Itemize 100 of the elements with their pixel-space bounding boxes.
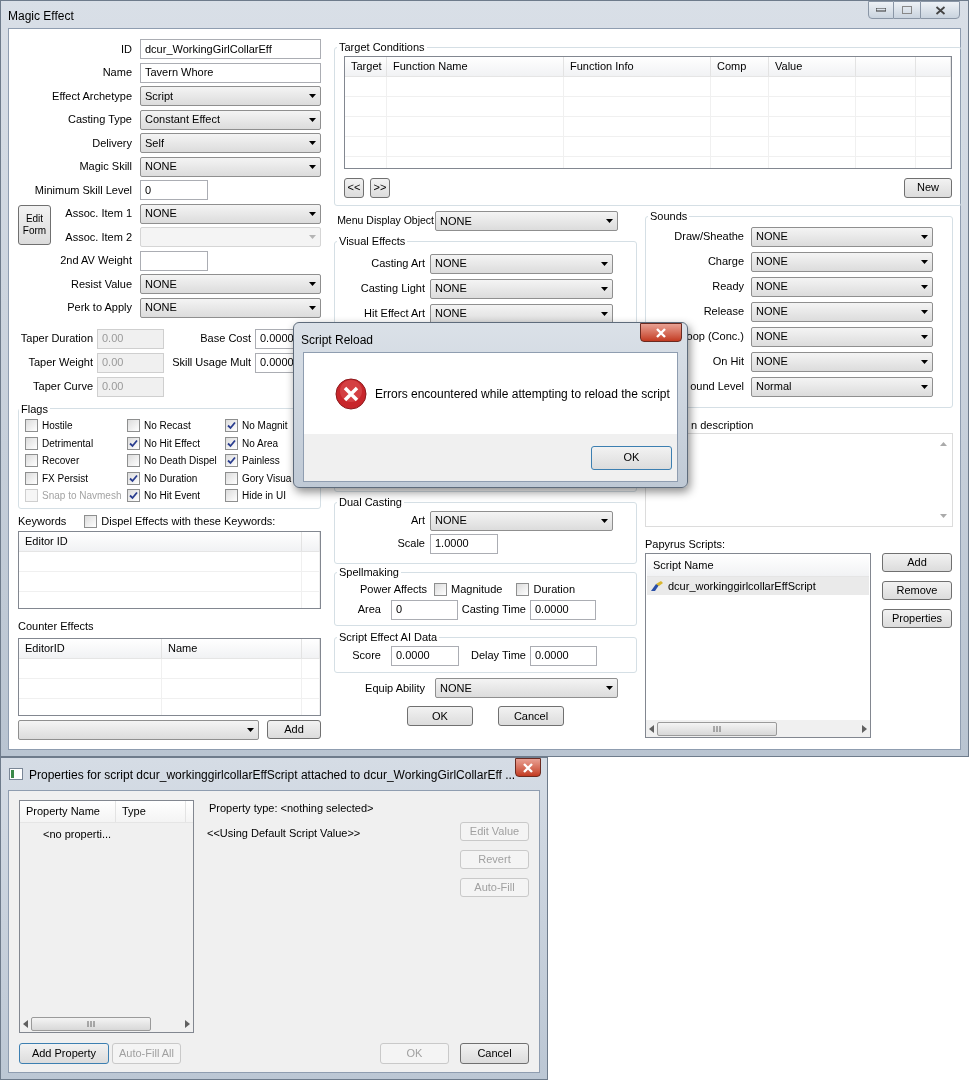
checkbox-label[interactable]: No Recast	[144, 418, 191, 433]
column-header[interactable]: Value	[769, 56, 856, 76]
checkbox-label[interactable]: FX Persist	[42, 470, 89, 486]
scroll-left-icon[interactable]	[649, 724, 654, 733]
horizontal-scrollbar[interactable]	[646, 720, 870, 737]
scroll-thumb[interactable]	[657, 721, 777, 736]
button[interactable]: Add	[267, 720, 321, 739]
text-field[interactable]: 0	[391, 599, 458, 620]
column-header[interactable]: Function Name	[387, 56, 564, 76]
column-header[interactable]: Property Name	[20, 801, 116, 822]
button[interactable]: Cancel	[498, 706, 564, 726]
minimize-button[interactable]	[868, 1, 894, 19]
dropdown[interactable]: NONE	[751, 301, 933, 322]
checkbox-label[interactable]: Hide in UI	[242, 488, 286, 503]
button[interactable]: OK	[591, 445, 672, 470]
column-header[interactable]: Type	[116, 801, 186, 822]
button[interactable]: OK	[407, 706, 473, 726]
dropdown[interactable]: Normal	[751, 376, 933, 397]
dropdown[interactable]: NONE	[430, 303, 613, 324]
dropdown[interactable]: Script	[140, 86, 321, 106]
column-header[interactable]: Name	[162, 638, 302, 658]
close-button[interactable]	[640, 323, 682, 342]
checkbox-label[interactable]: Dispel Effects with these Keywords:	[101, 512, 276, 530]
description-field[interactable]	[645, 433, 953, 527]
checkbox[interactable]	[516, 583, 530, 596]
checkbox-label[interactable]: Detrimental	[42, 435, 94, 451]
horizontal-scrollbar[interactable]	[20, 1015, 193, 1032]
checkbox[interactable]	[225, 436, 238, 450]
dropdown[interactable]: NONE	[140, 297, 321, 318]
dropdown[interactable]: NONE	[430, 253, 613, 274]
button[interactable]: Remove	[882, 581, 952, 600]
dropdown[interactable]: NONE	[430, 278, 613, 299]
scroll-down-icon[interactable]	[940, 514, 947, 518]
dropdown[interactable]: NONE	[140, 203, 321, 224]
button[interactable]: Edit Form	[18, 205, 51, 246]
checkbox-label[interactable]: Hostile	[42, 418, 73, 433]
checkbox[interactable]	[25, 454, 38, 467]
dropdown[interactable]: NONE	[751, 326, 933, 347]
column-header[interactable]: Comp	[711, 56, 769, 76]
checkbox[interactable]	[127, 419, 140, 432]
button[interactable]: >>	[370, 177, 390, 198]
dropdown[interactable]: NONE	[751, 276, 933, 297]
checkbox[interactable]	[225, 471, 238, 485]
checkbox-label[interactable]: No Death Dispel	[144, 453, 217, 468]
checkbox[interactable]	[225, 454, 238, 467]
dropdown[interactable]: NONE	[435, 678, 618, 698]
close-button[interactable]	[920, 1, 960, 19]
dropdown[interactable]: NONE	[140, 156, 321, 177]
button[interactable]: Properties	[882, 609, 952, 628]
checkbox-label[interactable]: Magnitude	[451, 581, 503, 598]
checkbox[interactable]	[225, 489, 238, 502]
button[interactable]: New	[904, 177, 952, 198]
dropdown[interactable]: Self	[140, 133, 321, 153]
checkbox-label[interactable]: Recover	[42, 453, 80, 468]
dropdown[interactable]	[18, 719, 259, 740]
text-field[interactable]: dcur_WorkingGirlCollarEff	[140, 39, 321, 59]
checkbox[interactable]	[127, 454, 140, 467]
scroll-up-icon[interactable]	[940, 442, 947, 446]
column-header[interactable]: Function Info	[564, 56, 711, 76]
close-button[interactable]	[515, 758, 541, 777]
dropdown[interactable]: NONE	[751, 351, 933, 372]
column-header[interactable]: EditorID	[19, 638, 162, 658]
dropdown[interactable]: NONE	[140, 274, 321, 294]
checkbox[interactable]	[127, 471, 140, 485]
dropdown[interactable]: NONE	[751, 226, 933, 247]
button[interactable]: Add	[882, 553, 952, 572]
checkbox[interactable]	[127, 489, 140, 502]
button[interactable]: Add Property	[19, 1043, 109, 1064]
dropdown[interactable]: Constant Effect	[140, 109, 321, 130]
checkbox-label[interactable]: No Duration	[144, 470, 198, 486]
text-field[interactable]: Tavern Whore	[140, 62, 321, 83]
maximize-button[interactable]	[894, 1, 920, 19]
text-field[interactable]	[140, 250, 208, 271]
checkbox[interactable]	[25, 471, 38, 485]
scroll-thumb[interactable]	[31, 1016, 151, 1031]
checkbox-label[interactable]: Painless	[242, 453, 280, 468]
dropdown[interactable]: NONE	[435, 211, 618, 231]
scroll-right-icon[interactable]	[185, 1019, 190, 1028]
button[interactable]: <<	[344, 177, 364, 198]
checkbox[interactable]	[127, 436, 140, 450]
text-field[interactable]: 0	[140, 180, 208, 200]
button[interactable]: Cancel	[460, 1043, 529, 1064]
checkbox-label[interactable]: Gory Visua	[242, 470, 292, 486]
text-field[interactable]: 0.0000	[530, 645, 597, 666]
checkbox[interactable]	[25, 436, 38, 450]
scroll-left-icon[interactable]	[23, 1019, 28, 1028]
checkbox-label[interactable]: No Hit Effect	[144, 435, 200, 451]
dropdown[interactable]: NONE	[751, 251, 933, 272]
checkbox-label[interactable]: No Magnit	[242, 418, 288, 433]
checkbox-label[interactable]: No Area	[242, 435, 279, 451]
checkbox-label[interactable]: No Hit Event	[144, 488, 201, 503]
checkbox[interactable]	[225, 419, 238, 432]
text-field[interactable]: 1.0000	[430, 533, 498, 554]
text-field[interactable]: 0.0000	[391, 645, 459, 666]
scroll-right-icon[interactable]	[862, 724, 867, 733]
checkbox[interactable]	[84, 514, 98, 528]
column-header[interactable]: Target	[345, 56, 387, 76]
list-item[interactable]: dcur_workinggirlcollarEffScript	[647, 577, 869, 595]
checkbox[interactable]	[25, 419, 38, 432]
checkbox-label[interactable]: Duration	[533, 581, 575, 598]
